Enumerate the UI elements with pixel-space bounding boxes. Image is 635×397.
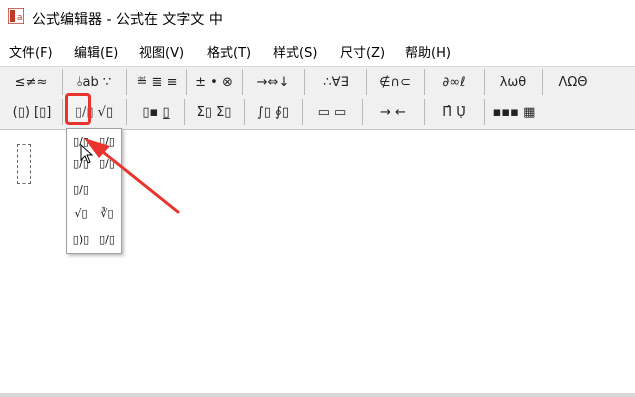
menu-file[interactable]: 文件(F) (9, 42, 53, 61)
title-bar: a 公式编辑器 - 公式在 文字文 中 (0, 0, 635, 36)
palette-item-nth-root[interactable]: ∛▯ (95, 203, 119, 223)
window-title: 公式编辑器 - 公式在 文字文 中 (32, 12, 223, 28)
integral-templates-icon[interactable]: ∫▯ ∮▯ (247, 99, 299, 125)
toolbar-separator (186, 69, 187, 95)
toolbar-separator (424, 69, 425, 95)
svg-text:a: a (17, 13, 23, 23)
mouse-cursor-icon (80, 144, 94, 164)
arrow-symbols-icon[interactable]: →⇔↓ (245, 69, 301, 95)
menu-style[interactable]: 样式(S) (273, 42, 317, 61)
toolbar-separator (424, 99, 425, 125)
menu-bar: 文件(F) 编辑(E) 视图(V) 格式(T) 样式(S) 尺寸(Z) 帮助(H… (0, 38, 635, 64)
menu-view[interactable]: 视图(V) (139, 42, 184, 61)
menu-help[interactable]: 帮助(H) (405, 42, 451, 61)
underbar-overbar-templates-icon[interactable]: ▭ ▭ (305, 99, 359, 125)
labeled-arrow-templates-icon[interactable]: → ← (365, 99, 421, 125)
toolbar-separator (304, 69, 305, 95)
subscript-superscript-templates-icon[interactable]: ▯▪ ▯̲ (130, 99, 182, 125)
selected-template-highlight (65, 93, 91, 125)
fence-templates-icon[interactable]: (▯) [▯] (6, 99, 58, 125)
toolbar-separator (366, 69, 367, 95)
greek-uppercase-icon[interactable]: ΛΩΘ (546, 69, 600, 95)
spaces-ellipses-icon[interactable]: ⫰ab ∵ (66, 69, 122, 95)
fraction-radical-palette: ▯/▯ ▯/▯ ▯/▯ ▯/▯ ▯/▯ √▯ ∛▯ ▯)▯ ▯/▯ (66, 128, 122, 254)
summation-templates-icon[interactable]: Σ▯ Σ▯ (187, 99, 241, 125)
misc-symbols-icon[interactable]: ∂∞ℓ (427, 69, 481, 95)
matrix-templates-icon[interactable]: ▪▪▪ ▦ (487, 99, 541, 125)
toolbar-separator (62, 99, 63, 125)
toolbar-separator (542, 69, 543, 95)
palette-item-square-root[interactable]: √▯ (69, 203, 93, 223)
embellishments-icon[interactable]: ≝ ≣ ≡ (130, 69, 184, 95)
equation-editor-app-icon: a (8, 8, 24, 24)
toolbar-separator (302, 99, 303, 125)
logical-symbols-icon[interactable]: ∴∀∃ (308, 69, 364, 95)
palette-item-small-slash-fraction[interactable]: ▯/▯ (95, 153, 119, 173)
greek-lowercase-icon[interactable]: λωθ (487, 69, 539, 95)
toolbar-separator (484, 69, 485, 95)
palette-item-long-division[interactable]: ▯)▯ (69, 229, 93, 249)
toolbar-separator (362, 99, 363, 125)
menu-format[interactable]: 格式(T) (207, 42, 251, 61)
equation-input-slot[interactable] (17, 144, 31, 184)
toolbar-separator (62, 69, 63, 95)
window-bottom-edge (0, 393, 635, 397)
toolbar-separator (484, 99, 485, 125)
set-theory-symbols-icon[interactable]: ∉∩⊂ (369, 69, 421, 95)
toolbar-separator (242, 69, 243, 95)
toolbar-separator (184, 99, 185, 125)
palette-item-small-fraction[interactable]: ▯/▯ (95, 131, 119, 151)
toolbar-separator (244, 99, 245, 125)
toolbar-separator (126, 99, 127, 125)
palette-item-long-division-quotient[interactable]: ▯/▯ (95, 229, 119, 249)
relational-symbols-icon[interactable]: ≤≠≈ (4, 69, 58, 95)
products-set-theory-templates-icon[interactable]: Π̂ Ụ̇ (427, 99, 481, 125)
menu-size[interactable]: 尺寸(Z) (340, 42, 385, 61)
palette-item-baseline-slash[interactable]: ▯/▯ (69, 179, 93, 199)
toolbar-separator (126, 69, 127, 95)
operator-symbols-icon[interactable]: ± • ⊗ (189, 69, 239, 95)
menu-edit[interactable]: 编辑(E) (74, 42, 118, 61)
equation-toolbar: ≤≠≈ ⫰ab ∵ ≝ ≣ ≡ ± • ⊗ →⇔↓ ∴∀∃ ∉∩⊂ ∂∞ℓ λω… (0, 66, 635, 130)
